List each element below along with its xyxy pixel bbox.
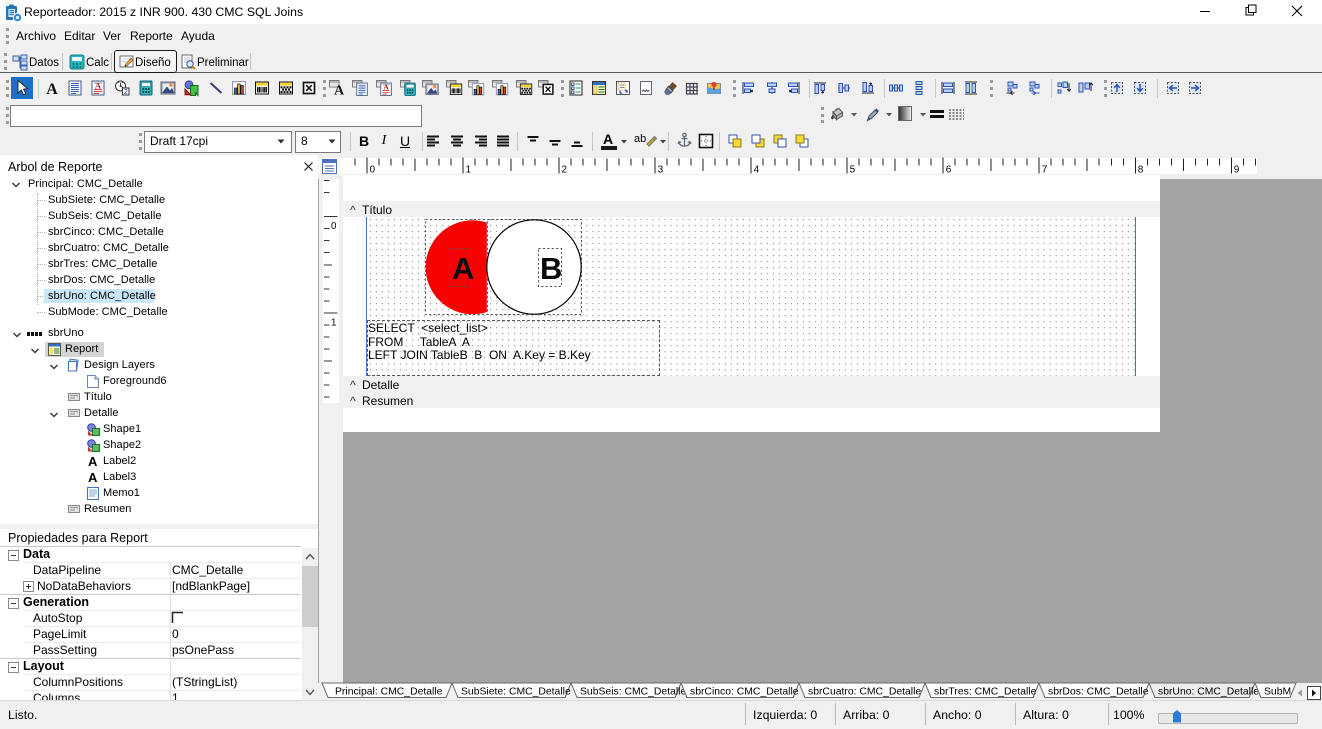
svg-text:A: A (334, 83, 345, 99)
svg-text:SubM: SubM (1264, 687, 1291, 698)
svg-text:5: 5 (850, 165, 856, 176)
svg-text:A: A (452, 251, 474, 286)
svg-text:1: 1 (331, 317, 336, 328)
svg-text:4: 4 (754, 165, 760, 176)
svg-text:0: 0 (331, 221, 337, 232)
svg-text:sbrUno: CMC_Detalle: sbrUno: CMC_Detalle (1158, 687, 1259, 698)
svg-text:SubSiete: CMC_Detalle: SubSiete: CMC_Detalle (461, 687, 571, 698)
svg-text:Principal: CMC_Detalle: Principal: CMC_Detalle (335, 687, 443, 698)
svg-text:sbrDos: CMC_Detalle: sbrDos: CMC_Detalle (1048, 687, 1149, 698)
svg-text:2: 2 (124, 89, 128, 96)
svg-text:A: A (95, 81, 102, 91)
svg-text:A: A (383, 83, 389, 92)
svg-text:sbrCuatro: CMC_Detalle: sbrCuatro: CMC_Detalle (808, 687, 921, 698)
svg-text:sbrTres: CMC_Detalle: sbrTres: CMC_Detalle (934, 687, 1037, 698)
svg-text:B: B (540, 251, 562, 286)
svg-text:7: 7 (1042, 165, 1048, 176)
svg-text:A: A (46, 81, 58, 98)
svg-text:SubSeis: CMC_Detalle: SubSeis: CMC_Detalle (580, 687, 686, 698)
svg-text:sbrCinco: CMC_Detalle: sbrCinco: CMC_Detalle (690, 687, 799, 698)
svg-text:8: 8 (1138, 165, 1144, 176)
svg-text:0: 0 (370, 165, 376, 176)
svg-text:1: 1 (466, 165, 472, 176)
svg-text:3: 3 (658, 165, 664, 176)
svg-text:2: 2 (562, 165, 568, 176)
svg-text:9: 9 (1234, 165, 1240, 176)
svg-text:6: 6 (946, 165, 952, 176)
